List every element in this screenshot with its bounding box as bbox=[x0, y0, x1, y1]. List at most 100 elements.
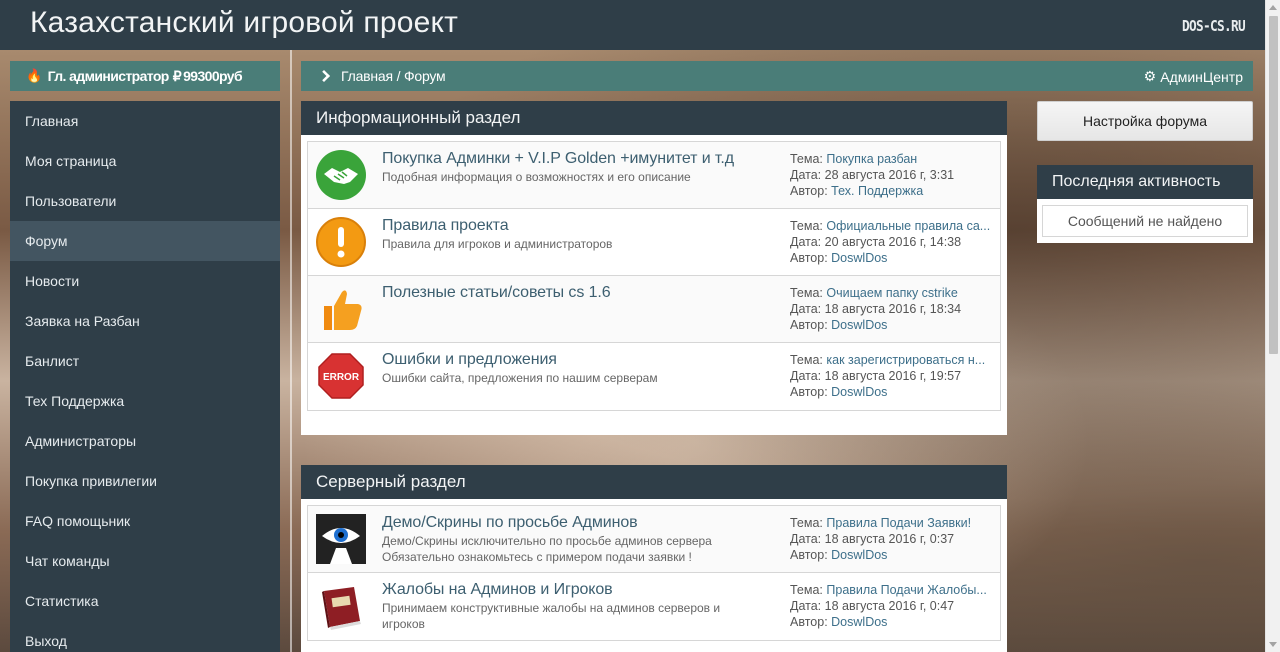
sidebar-item-home[interactable]: Главная bbox=[10, 101, 280, 141]
scroll-thumb[interactable] bbox=[1269, 16, 1278, 354]
forum-last-post: Тема: Очищаем папку cstrike Дата: 18 авг… bbox=[790, 285, 996, 333]
recent-activity-title: Последняя активность bbox=[1037, 165, 1253, 199]
last-post-date: 18 августа 2016 г, 0:37 bbox=[824, 532, 955, 546]
author-label: Автор: bbox=[790, 385, 828, 399]
sidebar-item-users[interactable]: Пользователи bbox=[10, 181, 280, 221]
last-post-date: 20 августа 2016 г, 14:38 bbox=[824, 235, 962, 249]
content-divider bbox=[290, 50, 292, 652]
site-title[interactable]: Казахстанский игровой проект bbox=[30, 6, 458, 40]
topic-label: Тема: bbox=[790, 583, 823, 597]
date-label: Дата: bbox=[790, 168, 822, 182]
date-label: Дата: bbox=[790, 302, 822, 316]
scroll-down-arrow-icon[interactable] bbox=[1269, 642, 1277, 647]
sidebar-item-statistics[interactable]: Статистика bbox=[10, 581, 280, 621]
last-post-date: 18 августа 2016 г, 18:34 bbox=[824, 302, 962, 316]
author-label: Автор: bbox=[790, 184, 828, 198]
sidebar-item-forum[interactable]: Форум bbox=[10, 221, 280, 261]
last-post-author-link[interactable]: DoswlDos bbox=[831, 385, 887, 399]
sidebar-item-my-page[interactable]: Моя страница bbox=[10, 141, 280, 181]
last-topic-link[interactable]: Правила Подачи Жалобы... bbox=[826, 583, 986, 597]
forum-description: Принимаем конструктивные жалобы на админ… bbox=[382, 601, 721, 631]
topic-label: Тема: bbox=[790, 152, 823, 166]
topic-label: Тема: bbox=[790, 286, 823, 300]
last-topic-link[interactable]: Покупка разбан bbox=[826, 152, 917, 166]
author-label: Автор: bbox=[790, 251, 828, 265]
forum-row: ERROR Ошибки и предложения Ошибки сайта,… bbox=[308, 343, 1000, 410]
page-scrollbar[interactable] bbox=[1265, 0, 1280, 652]
forum-title-link[interactable]: Полезные статьи/советы cs 1.6 bbox=[382, 284, 611, 302]
book-icon bbox=[322, 587, 361, 630]
last-post-author-link[interactable]: DoswlDos bbox=[831, 318, 887, 332]
forum-title-link[interactable]: Демо/Скрины по просьбе Админов bbox=[382, 514, 638, 532]
date-label: Дата: bbox=[790, 235, 822, 249]
last-post-date: 18 августа 2016 г, 0:47 bbox=[824, 599, 955, 613]
forum-description: Ошибки сайта, предложения по нашим серве… bbox=[382, 371, 658, 385]
breadcrumb: Главная / Форум ⚙ АдминЦентр bbox=[301, 61, 1253, 91]
forum-title-link[interactable]: Правила проекта bbox=[382, 217, 509, 235]
admin-center-link[interactable]: ⚙ АдминЦентр bbox=[1144, 68, 1243, 85]
site-logo[interactable]: DOS-CS.RU bbox=[1182, 17, 1246, 35]
last-topic-link[interactable]: как зарегистрироваться н... bbox=[826, 353, 985, 367]
forum-settings-button[interactable]: Настройка форума bbox=[1037, 101, 1253, 141]
date-label: Дата: bbox=[790, 599, 822, 613]
forum-description: Правила для игроков и администраторов bbox=[382, 237, 613, 251]
sidebar-item-admins[interactable]: Администраторы bbox=[10, 421, 280, 461]
sidebar-item-support[interactable]: Тех Поддержка bbox=[10, 381, 280, 421]
chevron-right-icon bbox=[317, 69, 331, 83]
user-balance: 99300руб bbox=[183, 68, 243, 84]
sidebar-item-unban-request[interactable]: Заявка на Разбан bbox=[10, 301, 280, 341]
forum-section-info: Информационный раздел Покупка Админки + … bbox=[301, 101, 1007, 435]
last-post-author-link[interactable]: Тех. Поддержка bbox=[831, 184, 923, 198]
forum-title-link[interactable]: Покупка Админки + V.I.P Golden +имунитет… bbox=[382, 150, 734, 168]
forum-last-post: Тема: Покупка разбан Дата: 28 августа 20… bbox=[790, 151, 996, 199]
admin-center-label: АдминЦентр bbox=[1160, 68, 1243, 85]
sidebar-item-logout[interactable]: Выход bbox=[10, 621, 280, 652]
forum-list: Покупка Админки + V.I.P Golden +имунитет… bbox=[307, 141, 1001, 411]
forum-title-link[interactable]: Ошибки и предложения bbox=[382, 351, 557, 369]
recent-activity-empty: Сообщений не найдено bbox=[1042, 205, 1248, 237]
forum-last-post: Тема: Правила Подачи Жалобы... Дата: 18 … bbox=[790, 582, 996, 630]
forum-section-server: Серверный раздел Демо/Скрины по просьбе … bbox=[301, 465, 1007, 652]
last-topic-link[interactable]: Очищаем папку cstrike bbox=[826, 286, 957, 300]
eye-icon bbox=[316, 514, 366, 564]
thumbs-up-icon bbox=[324, 290, 362, 330]
last-topic-link[interactable]: Правила Подачи Заявки! bbox=[826, 516, 971, 530]
forum-list: Демо/Скрины по просьбе Админов Демо/Скри… bbox=[307, 505, 1001, 641]
site-header: Казахстанский игровой проект DOS-CS.RU bbox=[0, 0, 1265, 50]
scroll-up-arrow-icon[interactable] bbox=[1269, 5, 1277, 10]
sidebar-item-news[interactable]: Новости bbox=[10, 261, 280, 301]
svg-text:ERROR: ERROR bbox=[323, 372, 360, 383]
forum-last-post: Тема: как зарегистрироваться н... Дата: … bbox=[790, 352, 996, 400]
last-post-author-link[interactable]: DoswlDos bbox=[831, 251, 887, 265]
error-stop-icon: ERROR bbox=[318, 353, 364, 399]
forum-title-link[interactable]: Жалобы на Админов и Игроков bbox=[382, 581, 613, 599]
forum-last-post: Тема: Правила Подачи Заявки! Дата: 18 ав… bbox=[790, 515, 996, 563]
forum-row: Демо/Скрины по просьбе Админов Демо/Скри… bbox=[308, 506, 1000, 573]
last-post-author-link[interactable]: DoswlDos bbox=[831, 548, 887, 562]
sidebar-item-banlist[interactable]: Банлист bbox=[10, 341, 280, 381]
forum-row: Жалобы на Админов и Игроков Принимаем ко… bbox=[308, 573, 1000, 640]
exclamation-icon bbox=[316, 217, 366, 267]
breadcrumb-text[interactable]: Главная / Форум bbox=[341, 68, 446, 84]
forum-row: Полезные статьи/советы cs 1.6 Тема: Очищ… bbox=[308, 276, 1000, 343]
last-post-author-link[interactable]: DoswlDos bbox=[831, 615, 887, 629]
last-topic-link[interactable]: Официальные правила са... bbox=[826, 219, 990, 233]
topic-label: Тема: bbox=[790, 353, 823, 367]
date-label: Дата: bbox=[790, 369, 822, 383]
fire-icon: 🔥 bbox=[26, 68, 42, 83]
sidebar-item-faq[interactable]: FAQ помощьник bbox=[10, 501, 280, 541]
last-post-date: 28 августа 2016 г, 3:31 bbox=[824, 168, 955, 182]
section-title: Серверный раздел bbox=[301, 465, 1007, 499]
sidebar-item-chat-commands[interactable]: Чат команды bbox=[10, 541, 280, 581]
author-label: Автор: bbox=[790, 318, 828, 332]
section-title: Информационный раздел bbox=[301, 101, 1007, 135]
last-post-date: 18 августа 2016 г, 19:57 bbox=[824, 369, 962, 383]
author-label: Автор: bbox=[790, 548, 828, 562]
sidebar-nav: Главная Моя страница Пользователи Форум … bbox=[10, 101, 280, 652]
ruble-icon: ₽ bbox=[172, 67, 182, 84]
forum-last-post: Тема: Официальные правила са... Дата: 20… bbox=[790, 218, 996, 266]
forum-row: Правила проекта Правила для игроков и ад… bbox=[308, 209, 1000, 276]
topic-label: Тема: bbox=[790, 219, 823, 233]
sidebar-item-buy-privilege[interactable]: Покупка привилегии bbox=[10, 461, 280, 501]
forum-row: Покупка Админки + V.I.P Golden +имунитет… bbox=[308, 142, 1000, 209]
